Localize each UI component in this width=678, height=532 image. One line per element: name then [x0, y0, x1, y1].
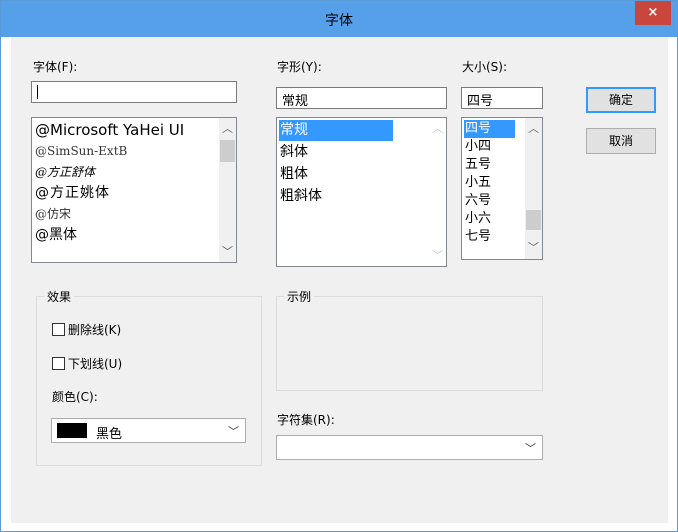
style-list-item[interactable]: 斜体 [279, 142, 426, 163]
effects-group-label: 效果 [44, 288, 75, 305]
size-list-item[interactable]: 小五 [464, 174, 522, 192]
font-list[interactable]: @Microsoft YaHei UI @SimSun-ExtB @方正舒体 @… [31, 117, 237, 263]
font-label: 字体(F): [33, 60, 78, 74]
style-label: 字形(Y): [277, 60, 322, 74]
up-arrow-icon[interactable]: ︿ [525, 120, 542, 137]
chevron-down-icon: ﹀ [525, 442, 536, 455]
size-list-item[interactable]: 五号 [464, 156, 522, 174]
style-list-item[interactable]: 常规 [279, 120, 393, 141]
cancel-button[interactable]: 取消 [586, 128, 656, 154]
scroll-thumb[interactable] [220, 140, 235, 162]
color-select[interactable]: 黑色 ﹀ [51, 418, 246, 443]
size-list-item[interactable]: 七号 [464, 228, 522, 246]
font-list-item[interactable]: @方正姚体 [34, 183, 216, 204]
size-list[interactable]: 四号 小四 五号 小五 六号 小六 七号 ︿ ﹀ [461, 117, 543, 260]
font-list-item[interactable]: @SimSun-ExtB [34, 141, 216, 162]
size-list-item[interactable]: 小四 [464, 138, 522, 156]
style-list-item[interactable]: 粗斜体 [279, 186, 426, 207]
color-select-value: 黑色 [96, 427, 123, 442]
style-list-scrollbar[interactable]: ︿ ﹀ [429, 118, 446, 266]
up-arrow-icon[interactable]: ︿ [219, 120, 236, 137]
close-button[interactable]: × [635, 1, 671, 25]
chevron-down-icon: ﹀ [228, 425, 239, 438]
font-list-scrollbar[interactable]: ︿ ﹀ [219, 118, 236, 262]
size-list-item[interactable]: 四号 [464, 120, 515, 138]
size-list-scrollbar[interactable]: ︿ ﹀ [525, 118, 542, 259]
down-arrow-icon[interactable]: ﹀ [525, 239, 542, 256]
ok-button[interactable]: 确定 [586, 87, 656, 113]
sample-group-label: 示例 [284, 288, 315, 305]
style-input[interactable]: 常规 [276, 87, 447, 109]
font-input[interactable] [31, 81, 237, 103]
font-list-item[interactable]: @黑体 [34, 225, 216, 246]
scroll-thumb[interactable] [526, 210, 541, 230]
size-label: 大小(S): [462, 60, 508, 74]
sample-group [276, 296, 543, 391]
strikeout-checkbox[interactable] [52, 323, 65, 336]
underline-label[interactable]: 下划线(U) [68, 355, 122, 372]
charset-label: 字符集(R): [277, 413, 335, 427]
up-arrow-icon[interactable]: ︿ [429, 120, 446, 137]
font-dialog: 字体 × 字体(F): @Microsoft YaHei UI @SimSun-… [0, 0, 678, 532]
dialog-body: 字体(F): @Microsoft YaHei UI @SimSun-ExtB … [11, 37, 668, 523]
font-list-item[interactable]: @Microsoft YaHei UI [34, 120, 216, 141]
strikeout-label[interactable]: 删除线(K) [68, 321, 121, 338]
down-arrow-icon[interactable]: ﹀ [429, 247, 446, 264]
dialog-title: 字体 [325, 13, 353, 29]
underline-checkbox[interactable] [52, 357, 65, 370]
title-bar[interactable]: 字体 × [1, 1, 677, 37]
close-icon: × [647, 5, 659, 20]
charset-select[interactable]: ﹀ [276, 435, 543, 460]
size-list-item[interactable]: 六号 [464, 192, 522, 210]
size-input[interactable]: 四号 [461, 87, 543, 109]
size-list-item[interactable]: 小六 [464, 210, 522, 228]
down-arrow-icon[interactable]: ﹀ [219, 243, 236, 260]
style-list-item[interactable]: 粗体 [279, 164, 426, 185]
style-list[interactable]: 常规 斜体 粗体 粗斜体 ︿ ﹀ [276, 117, 447, 267]
color-label: 颜色(C): [52, 390, 98, 404]
font-list-item[interactable]: @方正舒体 [34, 162, 216, 183]
color-swatch [57, 423, 87, 438]
text-cursor [37, 84, 38, 99]
font-list-item[interactable]: @仿宋 [34, 204, 216, 225]
